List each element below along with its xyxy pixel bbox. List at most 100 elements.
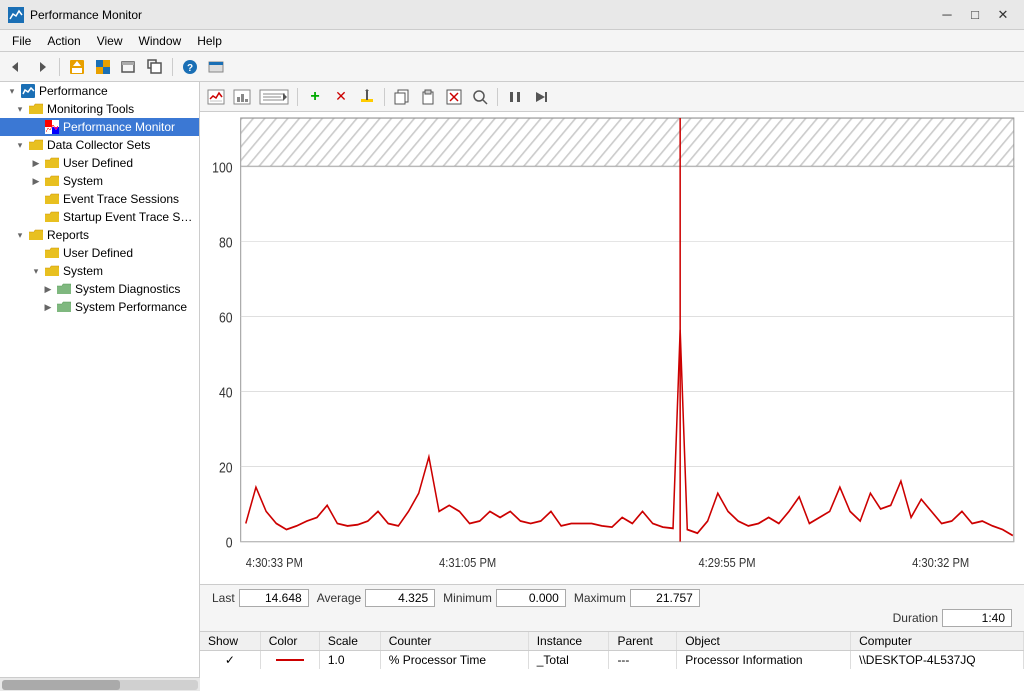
menu-action[interactable]: Action [39,30,88,51]
window-controls: ─ □ ✕ [934,5,1016,25]
col-show: Show [200,632,260,651]
system-performance-label: System Performance [75,300,187,314]
tree-system-2[interactable]: ▾ System [0,262,199,280]
next-frame-button[interactable] [529,86,553,108]
sys1-folder-icon [44,173,60,189]
ud1-expand-icon[interactable]: ▶ [28,155,44,171]
remove-counter-button[interactable]: ✕ [329,86,353,108]
help-button[interactable]: ? [178,56,202,78]
maximum-label: Maximum [574,591,626,605]
tree-user-defined-1[interactable]: ▶ User Defined [0,154,199,172]
system-2-label: System [63,264,103,278]
chart-view-button[interactable] [204,86,228,108]
tree-root-label: Performance [39,84,108,98]
tree-data-collector[interactable]: ▾ Data Collector Sets [0,136,199,154]
reports-expand-icon[interactable]: ▾ [12,227,28,243]
st-expand-icon [28,209,44,225]
performance-chart: 100 80 60 40 20 0 4:30:33 PM 4:31:05 PM … [200,112,1024,584]
row-computer: \\DESKTOP-4L537JQ [851,651,1024,670]
show-hide-button[interactable] [91,56,115,78]
event-trace-label: Event Trace Sessions [63,192,179,206]
root-expand-icon[interactable]: ▾ [4,83,20,99]
sep1 [59,58,60,76]
svg-text:100: 100 [212,160,232,176]
close-button[interactable]: ✕ [990,5,1016,25]
counter-table: Show Color Scale Counter Instance Parent… [200,631,1024,691]
system-1-label: System [63,174,103,188]
ud2-folder-icon [44,245,60,261]
pause-button[interactable] [503,86,527,108]
zoom-button[interactable] [468,86,492,108]
col-instance: Instance [528,632,609,651]
monitoring-expand-icon[interactable]: ▾ [12,101,28,117]
tree-user-defined-2[interactable]: User Defined [0,244,199,262]
row-color [260,651,319,670]
clear-display-button[interactable] [442,86,466,108]
left-panel-scrollbar[interactable] [0,677,200,691]
svg-text:4:30:33 PM: 4:30:33 PM [246,555,303,570]
svg-text:?: ? [187,63,193,74]
sp-expand-icon[interactable]: ▶ [40,299,56,315]
tree-startup-trace[interactable]: Startup Event Trace Sess [0,208,199,226]
sys2-expand-icon[interactable]: ▾ [28,263,44,279]
stat-minimum: Minimum 0.000 [443,589,566,607]
average-label: Average [317,591,361,605]
copy-button[interactable] [390,86,414,108]
browse-button[interactable] [204,56,228,78]
reports-label: Reports [47,228,89,242]
minimize-window-button[interactable] [143,56,167,78]
monitoring-folder-icon [28,101,44,117]
chart-histogram-button[interactable] [230,86,254,108]
sys2-folder-icon [44,263,60,279]
tree-performance-monitor[interactable]: Performance Monitor [0,118,199,136]
tree-monitoring-tools[interactable]: ▾ Monitoring Tools [0,100,199,118]
datacollector-expand-icon[interactable]: ▾ [12,137,28,153]
forward-button[interactable] [30,56,54,78]
new-window-button[interactable] [117,56,141,78]
stats-row-2: Duration 1:40 [200,607,1024,631]
stat-last: Last 14.648 [212,589,309,607]
sd-folder-icon [56,281,72,297]
tree-system-1[interactable]: ▶ System [0,172,199,190]
ud1-folder-icon [44,155,60,171]
sys1-expand-icon[interactable]: ▶ [28,173,44,189]
sd-expand-icon[interactable]: ▶ [40,281,56,297]
up-button[interactable] [65,56,89,78]
perf-mon-icon [44,119,60,135]
back-button[interactable] [4,56,28,78]
svg-text:0: 0 [226,535,233,551]
chart-report-button[interactable] [256,86,292,108]
left-panel: ▾ Performance ▾ Monitoring Tools [0,82,200,691]
col-counter: Counter [380,632,528,651]
startup-trace-label: Startup Event Trace Sess [63,210,199,224]
minimum-label: Minimum [443,591,492,605]
row-show: ✓ [200,651,260,670]
paste-button[interactable] [416,86,440,108]
minimum-value: 0.000 [496,589,566,607]
maximum-value: 21.757 [630,589,700,607]
stats-row-1: Last 14.648 Average 4.325 Minimum 0.000 … [200,585,1024,607]
reports-folder-icon [28,227,44,243]
menu-window[interactable]: Window [131,30,190,51]
menu-file[interactable]: File [4,30,39,51]
tree-system-diagnostics[interactable]: ▶ System Diagnostics [0,280,199,298]
menu-view[interactable]: View [89,30,131,51]
highlight-button[interactable] [355,86,379,108]
maximize-button[interactable]: □ [962,5,988,25]
tree-event-trace[interactable]: Event Trace Sessions [0,190,199,208]
tree-system-performance[interactable]: ▶ System Performance [0,298,199,316]
st-folder-icon [44,209,60,225]
minimize-button[interactable]: ─ [934,5,960,25]
add-counter-button[interactable]: + [303,86,327,108]
col-computer: Computer [851,632,1024,651]
col-scale: Scale [319,632,380,651]
svg-text:4:30:32 PM: 4:30:32 PM [912,555,969,570]
chart-toolbar: + ✕ [200,82,1024,112]
chart-sep2 [384,88,385,106]
menu-help[interactable]: Help [189,30,230,51]
col-parent: Parent [609,632,677,651]
tree-reports[interactable]: ▾ Reports [0,226,199,244]
tree-root[interactable]: ▾ Performance [0,82,199,100]
counter-row[interactable]: ✓ 1.0 % Processor Time _Total --- Proces… [200,651,1024,670]
svg-text:40: 40 [219,385,233,401]
